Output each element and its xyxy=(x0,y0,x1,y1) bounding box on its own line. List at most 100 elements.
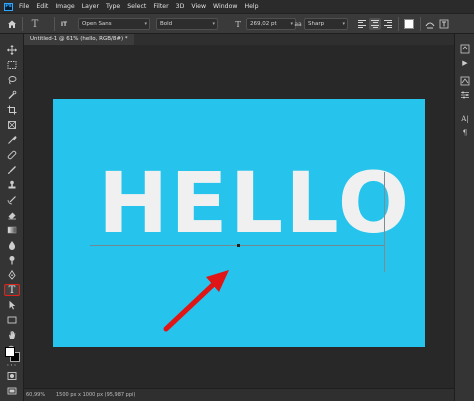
font-size-field[interactable]: 269,02 pt ▾ xyxy=(246,18,296,30)
hand-icon xyxy=(9,330,16,339)
screen-mode-button[interactable] xyxy=(4,385,20,397)
play-actions-icon[interactable]: ▶ xyxy=(459,58,471,68)
move-tool[interactable] xyxy=(4,44,20,56)
font-size-icon: T xyxy=(235,19,241,29)
font-size-value: 269,02 pt xyxy=(250,21,277,27)
chevron-right-icon[interactable]: › xyxy=(119,389,121,401)
antialias-value: Sharp xyxy=(308,21,325,27)
brush-icon xyxy=(8,166,16,174)
eraser-icon xyxy=(8,212,16,220)
warp-text-icon[interactable] xyxy=(424,18,436,30)
lasso-tool[interactable] xyxy=(4,74,20,86)
document-tab[interactable]: Untitled-1 @ 61% (hello, RGB/8#) * xyxy=(24,34,134,45)
pen-icon xyxy=(8,270,16,280)
tools-panel: T ··· xyxy=(0,34,24,401)
history-panel-icon[interactable] xyxy=(459,44,471,54)
chevron-down-icon: ▾ xyxy=(144,21,147,27)
toggle-orientation-icon[interactable]: IT xyxy=(58,18,70,30)
blur-tool[interactable] xyxy=(4,239,20,251)
adjustments-panel-icon[interactable] xyxy=(459,90,471,100)
menu-file[interactable]: File xyxy=(19,3,29,10)
antialias-select[interactable]: Sharp ▾ xyxy=(304,18,348,30)
healing-brush-tool[interactable] xyxy=(4,149,20,161)
gradient-tool[interactable] xyxy=(4,224,20,236)
hand-tool[interactable] xyxy=(4,329,20,341)
foreground-color-swatch[interactable] xyxy=(5,347,15,357)
type-tool-preset-icon[interactable]: T xyxy=(29,18,41,30)
eyedropper-tool[interactable] xyxy=(4,134,20,146)
quick-select-tool[interactable] xyxy=(4,89,20,101)
history-brush-tool[interactable] xyxy=(4,194,20,206)
lasso-icon xyxy=(8,76,17,85)
dodge-tool[interactable] xyxy=(4,254,20,266)
align-right-button[interactable] xyxy=(382,18,394,30)
history-brush-icon xyxy=(7,196,16,205)
chevron-down-icon: ▾ xyxy=(342,21,345,27)
move-icon xyxy=(7,45,17,55)
clone-stamp-tool[interactable] xyxy=(4,179,20,191)
bandage-icon xyxy=(7,150,17,160)
rectangle-tool[interactable] xyxy=(4,314,20,326)
droplet-icon xyxy=(8,241,16,250)
align-center-icon xyxy=(371,19,379,29)
type-tool[interactable]: T xyxy=(4,284,20,296)
pen-tool[interactable] xyxy=(4,269,20,281)
character-panel-icon[interactable] xyxy=(438,18,450,30)
crop-icon xyxy=(7,105,17,115)
marquee-tool[interactable] xyxy=(4,59,20,71)
document-info: 1500 px x 1000 px (95,987 ppi) xyxy=(56,392,136,398)
photoshop-logo[interactable]: Ps xyxy=(4,2,13,11)
menu-window[interactable]: Window xyxy=(213,3,237,10)
chevron-down-icon: ▾ xyxy=(212,21,215,27)
menu-type[interactable]: Type xyxy=(106,3,120,10)
quick-mask-button[interactable] xyxy=(4,370,20,382)
crop-tool[interactable] xyxy=(4,104,20,116)
swatches-panel-icon[interactable] xyxy=(459,76,471,86)
font-family-value: Open Sans xyxy=(82,21,112,27)
quick-mask-icon xyxy=(7,372,17,380)
brush-tool[interactable] xyxy=(4,164,20,176)
status-bar: 60,99% 1500 px x 1000 px (95,987 ppi) › xyxy=(24,388,454,401)
options-bar: T IT Open Sans ▾ Bold ▾ T 269,02 pt ▾ aa… xyxy=(0,13,474,34)
type-icon: T xyxy=(8,284,16,296)
menu-layer[interactable]: Layer xyxy=(82,3,99,10)
character-panel-icon[interactable]: A| xyxy=(459,114,471,124)
screen-mode-icon xyxy=(7,387,17,395)
eyedropper-icon xyxy=(8,136,17,144)
align-left-icon xyxy=(358,19,366,29)
eraser-tool[interactable] xyxy=(4,209,20,221)
path-selection-tool[interactable] xyxy=(4,299,20,311)
antialias-icon: aa xyxy=(294,20,302,28)
menu-image[interactable]: Image xyxy=(55,3,74,10)
collapsed-panels: ▶ A| ¶ xyxy=(454,34,474,401)
font-style-select[interactable]: Bold ▾ xyxy=(156,18,218,30)
gradient-icon xyxy=(7,226,17,234)
quick-select-icon xyxy=(8,90,17,99)
menu-3d[interactable]: 3D xyxy=(176,3,185,10)
font-style-value: Bold xyxy=(160,21,173,27)
paragraph-panel-icon[interactable]: ¶ xyxy=(459,128,471,138)
home-icon[interactable] xyxy=(6,18,18,30)
red-arrow-annotation xyxy=(163,270,229,332)
marquee-icon xyxy=(7,61,17,69)
menu-view[interactable]: View xyxy=(191,3,206,10)
text-color-swatch[interactable] xyxy=(404,19,414,29)
menu-bar: Ps File Edit Image Layer Type Select Fil… xyxy=(0,0,474,13)
menu-filter[interactable]: Filter xyxy=(153,3,168,10)
menu-help[interactable]: Help xyxy=(244,3,258,10)
font-family-select[interactable]: Open Sans ▾ xyxy=(78,18,150,30)
stamp-icon xyxy=(8,180,16,189)
align-center-button[interactable] xyxy=(369,18,381,30)
arrow-pointer-icon xyxy=(9,300,16,310)
align-left-button[interactable] xyxy=(356,18,368,30)
align-right-icon xyxy=(384,19,392,29)
menu-edit[interactable]: Edit xyxy=(36,3,48,10)
rectangle-icon xyxy=(7,316,17,324)
frame-tool[interactable] xyxy=(4,119,20,131)
dodge-icon xyxy=(9,256,15,265)
zoom-level-field[interactable]: 60,99% xyxy=(24,389,46,401)
menu-select[interactable]: Select xyxy=(127,3,146,10)
document-tab-bar: Untitled-1 @ 61% (hello, RGB/8#) * xyxy=(24,34,454,45)
document-canvas[interactable]: HELLO xyxy=(53,99,425,347)
frame-icon xyxy=(8,121,16,129)
